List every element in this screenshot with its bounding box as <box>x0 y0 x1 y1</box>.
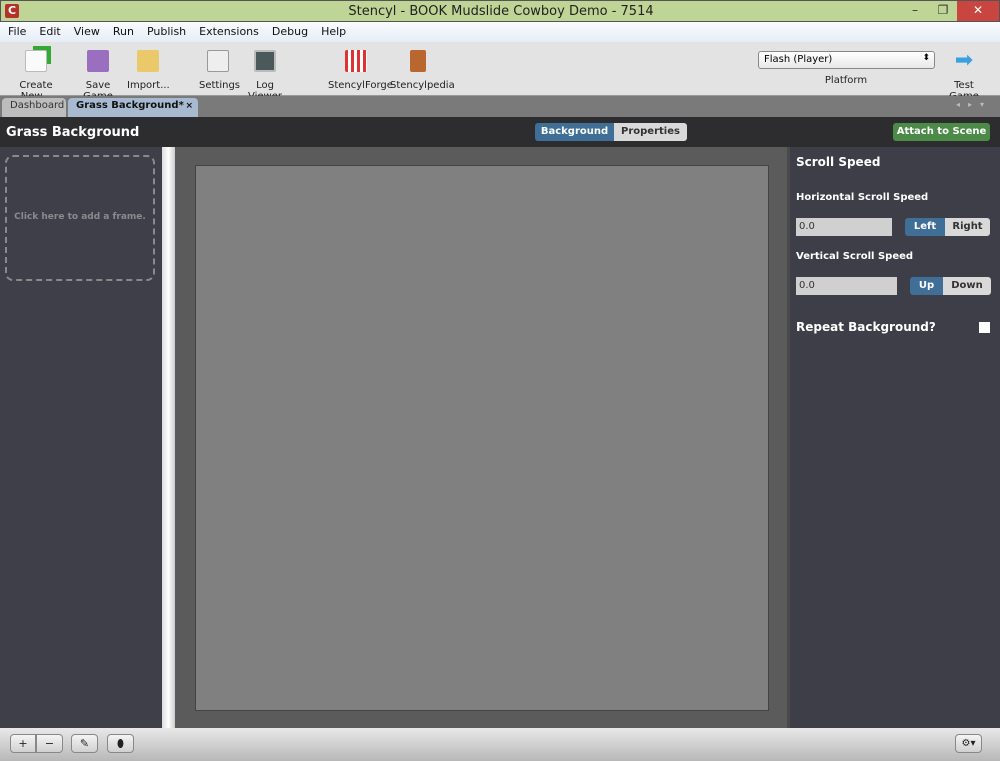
new-file-icon <box>25 50 47 72</box>
repeat-background-label: Repeat Background? <box>796 320 936 334</box>
title-bar: C Stencyl - BOOK Mudslide Cowboy Demo - … <box>0 0 1000 22</box>
import-button[interactable]: Import... <box>127 48 170 91</box>
test-game-button[interactable]: ➡Test Game <box>938 48 990 103</box>
stencylforge-button[interactable]: StencylForge <box>328 48 393 91</box>
gear-menu-icon[interactable]: ⚙▾ <box>955 734 982 753</box>
add-frame-area[interactable]: Click here to add a frame. <box>5 155 155 281</box>
log-viewer-button[interactable]: Log Viewer <box>241 48 289 102</box>
settings-button[interactable]: Settings <box>199 48 241 91</box>
menu-view[interactable]: View <box>74 22 100 42</box>
floppy-disk-icon <box>87 50 109 72</box>
zoom-out-button[interactable]: − <box>36 734 63 753</box>
book-icon <box>410 50 426 72</box>
tab-strip: Dashboard Grass Background* × ◂▸▾ <box>0 96 1000 117</box>
bottom-toolbar: + − ✎ ⬮ ⚙▾ <box>0 728 1000 761</box>
close-button[interactable]: ✕ <box>957 1 999 21</box>
horizontal-scroll-input[interactable]: 0.0 <box>796 218 892 236</box>
scroll-speed-heading: Scroll Speed <box>796 155 881 169</box>
import-label: Import... <box>127 80 170 91</box>
left-direction-button[interactable]: Left <box>905 218 945 236</box>
zoom-in-button[interactable]: + <box>10 734 36 753</box>
restore-button[interactable]: ❐ <box>929 1 957 21</box>
stencylpedia-button[interactable]: Stencylpedia <box>390 48 455 91</box>
platform-value: Flash (Player) <box>764 54 833 65</box>
create-new-button[interactable]: Create New... <box>5 48 67 102</box>
ellipse-tool-icon[interactable]: ⬮ <box>107 734 134 753</box>
monitor-icon <box>254 50 276 72</box>
store-icon <box>345 50 367 72</box>
import-icon <box>137 50 159 72</box>
right-direction-button[interactable]: Right <box>945 218 990 236</box>
window-title: Stencyl - BOOK Mudslide Cowboy Demo - 75… <box>348 4 654 19</box>
up-direction-button[interactable]: Up <box>910 277 943 295</box>
close-tab-icon[interactable]: × <box>185 101 193 111</box>
horizontal-scroll-label: Horizontal Scroll Speed <box>796 192 929 203</box>
stencylforge-label: StencylForge <box>328 80 393 91</box>
vertical-scroll-label: Vertical Scroll Speed <box>796 251 914 262</box>
panel-splitter[interactable] <box>162 147 175 728</box>
settings-label: Settings <box>199 80 241 91</box>
background-canvas[interactable] <box>195 165 769 711</box>
menu-help[interactable]: Help <box>321 22 346 42</box>
frames-panel: Click here to add a frame. <box>0 147 162 728</box>
switch-icon <box>207 50 229 72</box>
page-title: Grass Background <box>6 125 140 140</box>
properties-mode-button[interactable]: Properties <box>614 123 687 141</box>
attach-to-scene-button[interactable]: Attach to Scene <box>893 123 990 141</box>
save-game-button[interactable]: Save Game <box>71 48 125 102</box>
menu-bar: File Edit View Run Publish Extensions De… <box>0 22 1000 42</box>
tab-nav-arrows-icon[interactable]: ◂▸▾ <box>956 100 992 109</box>
menu-debug[interactable]: Debug <box>272 22 308 42</box>
tab-label: Grass Background* <box>76 100 184 111</box>
menu-run[interactable]: Run <box>113 22 134 42</box>
background-mode-button[interactable]: Background <box>535 123 614 141</box>
platform-select[interactable]: Flash (Player) ⬍ <box>758 51 935 69</box>
editor-header: Grass Background <box>0 117 1000 147</box>
down-direction-button[interactable]: Down <box>943 277 991 295</box>
minimize-button[interactable]: – <box>901 1 929 21</box>
pencil-tool-icon[interactable]: ✎ <box>71 734 98 753</box>
vertical-scroll-input[interactable]: 0.0 <box>796 277 897 295</box>
canvas-area <box>175 147 787 728</box>
menu-edit[interactable]: Edit <box>39 22 60 42</box>
arrow-right-icon: ➡ <box>954 48 974 73</box>
menu-extensions[interactable]: Extensions <box>199 22 259 42</box>
menu-file[interactable]: File <box>8 22 26 42</box>
updown-arrow-icon: ⬍ <box>922 53 930 63</box>
tab-grass-background[interactable]: Grass Background* × <box>68 98 198 117</box>
tab-dashboard[interactable]: Dashboard <box>2 98 66 117</box>
stencylpedia-label: Stencylpedia <box>390 80 455 91</box>
properties-panel: Scroll Speed Horizontal Scroll Speed 0.0… <box>787 147 1000 728</box>
platform-label: Platform <box>824 75 868 86</box>
repeat-background-checkbox[interactable] <box>979 322 990 333</box>
menu-publish[interactable]: Publish <box>147 22 186 42</box>
